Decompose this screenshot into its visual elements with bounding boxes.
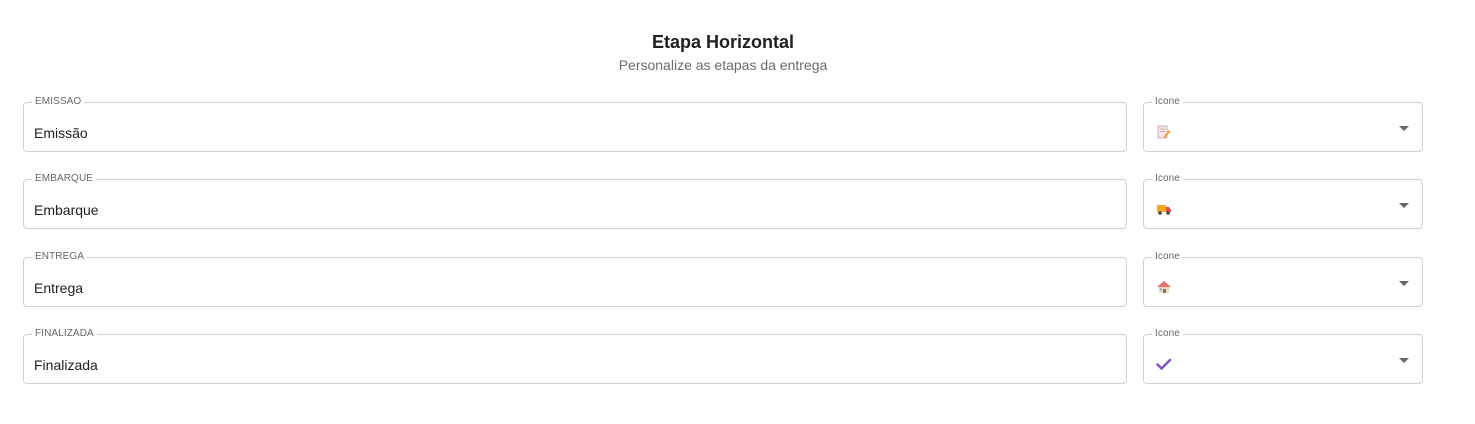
step-name-field[interactable]: EMISSAO [23,95,1127,152]
step-name-input[interactable] [34,356,1114,374]
step-name-label: EMISSAO [32,95,85,109]
chevron-down-icon[interactable] [1399,203,1409,208]
house-icon [1156,280,1172,294]
step-row-entrega: ENTREGA Icone [23,250,1423,309]
icon-select[interactable]: Icone [1143,250,1423,307]
step-name-field[interactable]: FINALIZADA [23,327,1127,384]
chevron-down-icon[interactable] [1399,126,1409,131]
step-name-input[interactable] [34,124,1114,142]
header: Etapa Horizontal Personalize as etapas d… [0,30,1446,74]
document-pencil-icon [1156,125,1172,139]
step-name-input[interactable] [34,279,1114,297]
truck-icon [1156,202,1172,216]
step-name-label: EMBARQUE [32,172,97,186]
icon-select[interactable]: Icone [1143,327,1423,384]
step-name-field[interactable]: EMBARQUE [23,172,1127,229]
page-subtitle: Personalize as etapas da entrega [618,57,828,73]
chevron-down-icon[interactable] [1399,281,1409,286]
icon-select[interactable]: Icone [1143,95,1423,152]
step-name-label: FINALIZADA [32,327,97,341]
chevron-down-icon[interactable] [1399,358,1409,363]
step-name-input[interactable] [34,201,1114,219]
step-name-field[interactable]: ENTREGA [23,250,1127,307]
icon-select-label: Icone [1152,327,1183,341]
step-row-embarque: EMBARQUE Icone [23,172,1423,231]
icon-select-label: Icone [1152,250,1183,264]
icon-select-label: Icone [1152,95,1183,109]
icon-select-label: Icone [1152,172,1183,186]
page-title: Etapa Horizontal [651,32,794,52]
step-name-label: ENTREGA [32,250,88,264]
step-row-finalizada: FINALIZADA Icone [23,327,1423,386]
icon-select[interactable]: Icone [1143,172,1423,229]
check-icon [1156,357,1172,371]
step-row-emissao: EMISSAO Icone [23,95,1423,154]
